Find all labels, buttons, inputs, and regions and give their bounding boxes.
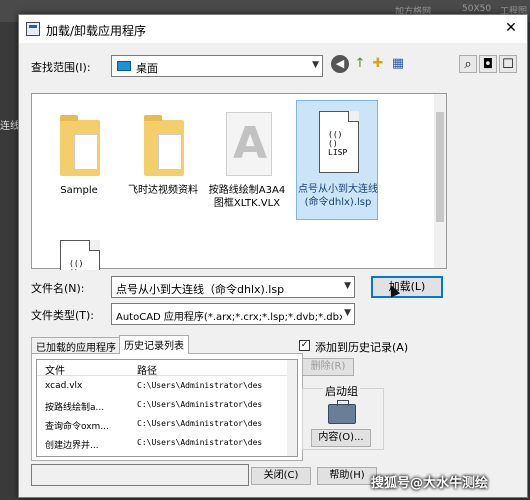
tab-control: 已加载的应用程序 历史记录列表 文件 路径 xcad.vlx C:\Users\… <box>31 335 303 461</box>
lisp-file-icon: (() () LISP <box>54 238 106 270</box>
dialog-title: 加载/卸载应用程序 <box>46 24 147 38</box>
table-row[interactable]: 按路线绘制a... C:\Users\Administrator\des <box>37 397 297 415</box>
lisp-file-icon: (() () LISP <box>313 109 365 179</box>
lookin-select[interactable]: 桌面 ▼ <box>111 55 323 77</box>
view-menu-icon[interactable]: ▦ <box>389 55 407 73</box>
file-item-vlx[interactable]: A 按路线绘制A3A4图框XLTK.VLX <box>208 102 286 222</box>
briefcase-icon[interactable] <box>328 400 356 424</box>
lookin-label: 查找范围(I): <box>31 61 91 74</box>
status-field <box>31 464 249 486</box>
camera-icon[interactable]: ◘ <box>479 55 497 73</box>
file-name: Sample <box>60 185 98 196</box>
scroll-thumb[interactable] <box>436 112 444 222</box>
load-unload-dialog: 加载/卸载应用程序 ✕ 查找范围(I): 桌面 ▼ ◀ ↑ ✚ ▦ ⌕ ◘ ☐ … <box>18 14 528 498</box>
tab-history[interactable]: 历史记录列表 <box>119 335 189 354</box>
up-folder-icon[interactable]: ↑ <box>351 55 369 73</box>
file-list[interactable]: Sample 飞时达视频资料 A 按路线绘制A3A4图框XLTK.VLX (()… <box>31 93 447 270</box>
search-icon[interactable]: ⌕ <box>459 55 477 73</box>
filename-value: 点号从小到大连线（命令dhlx).lsp <box>116 283 285 296</box>
desktop-icon <box>117 61 131 71</box>
file-item-videos[interactable]: 飞时达视频资料 <box>124 102 202 222</box>
file-item-lsp-selected[interactable]: (() () LISP 点号从小到大连线(命令dhlx).lsp <box>296 100 378 220</box>
filename-label: 文件名(N): <box>31 282 85 295</box>
tab-panel: 文件 路径 xcad.vlx C:\Users\Administrator\de… <box>31 353 303 461</box>
chevron-down-icon: ▼ <box>344 308 351 318</box>
history-header: 文件 路径 <box>37 360 297 377</box>
new-folder-icon[interactable]: ✚ <box>369 55 387 73</box>
watermark-text: 搜狐号@大水牛测绘 <box>371 476 489 491</box>
close-icon[interactable]: ✕ <box>499 17 523 39</box>
file-name: 按路线绘制A3A4图框XLTK.VLX <box>208 185 286 209</box>
chevron-down-icon: ▼ <box>312 60 319 70</box>
toolbar-item[interactable]: 50X50 <box>462 4 491 14</box>
app-icon <box>26 22 40 36</box>
filename-input[interactable]: 点号从小到大连线（命令dhlx).lsp ▼ <box>111 276 355 298</box>
history-scrollbar[interactable] <box>287 360 297 456</box>
contents-button[interactable]: 内容(O)... <box>311 429 371 447</box>
help-button[interactable]: 帮助(H) <box>317 467 377 485</box>
file-name: 飞时达视频资料 <box>128 185 198 196</box>
lookin-value: 桌面 <box>136 62 158 75</box>
tab-loaded-apps[interactable]: 已加载的应用程序 <box>31 337 121 354</box>
filetype-select[interactable]: AutoCAD 应用程序(*.arx;*.crx;*.lsp;*.dvb;*.d… <box>111 303 355 325</box>
column-path[interactable]: 路径 <box>137 362 157 377</box>
history-list[interactable]: 文件 路径 xcad.vlx C:\Users\Administrator\de… <box>36 359 298 457</box>
table-row[interactable]: 创建边界并... C:\Users\Administrator\des <box>37 435 297 453</box>
table-row[interactable]: xcad.vlx C:\Users\Administrator\des <box>37 378 297 396</box>
file-name: 点号从小到大连线(命令dhlx).lsp <box>298 184 378 208</box>
chevron-down-icon: ▼ <box>344 281 351 291</box>
file-item-lsp[interactable]: (() () LISP <box>40 230 118 270</box>
file-item-sample[interactable]: Sample <box>40 102 118 222</box>
filetype-value: AutoCAD 应用程序(*.arx;*.crx;*.lsp;*.dvb;*.d… <box>116 312 342 323</box>
folder-icon <box>138 110 190 180</box>
background-text: 连线 <box>0 121 20 132</box>
table-row[interactable]: 查询命令oxm... C:\Users\Administrator\des <box>37 416 297 434</box>
add-history-checkbox[interactable]: ✓ <box>299 340 310 351</box>
title-bar: 加载/卸载应用程序 ✕ <box>19 15 527 43</box>
vlx-file-icon: A <box>222 110 274 180</box>
vertical-scrollbar[interactable] <box>434 94 446 268</box>
add-history-label: 添加到历史记录(A) <box>315 341 409 354</box>
back-icon[interactable]: ◀ <box>331 55 349 73</box>
close-button[interactable]: 关闭(C) <box>251 467 311 485</box>
startup-group-label: 启动组 <box>323 383 360 399</box>
folder-icon <box>54 110 106 180</box>
filetype-label: 文件类型(T): <box>31 309 95 322</box>
column-file[interactable]: 文件 <box>45 362 65 377</box>
load-button[interactable]: 加载(L) <box>371 276 443 298</box>
remove-button[interactable]: 删除(R) <box>302 358 354 376</box>
tools-icon[interactable]: ☐ <box>499 55 517 73</box>
